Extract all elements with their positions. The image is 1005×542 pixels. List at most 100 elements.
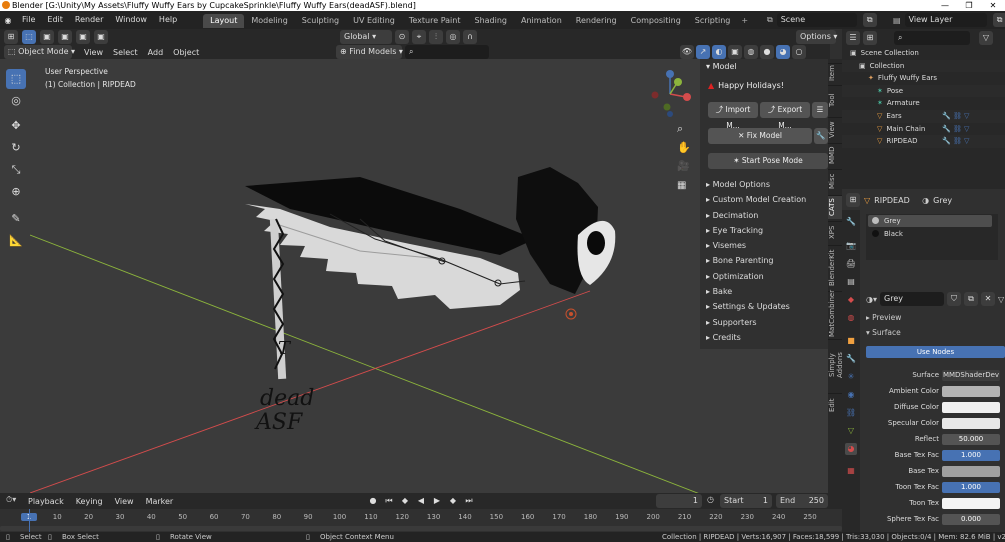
gizmo-icon[interactable]: ↗ [696, 45, 710, 59]
properties-editor-icon[interactable]: ⊞ [846, 193, 860, 207]
shading-wireframe-icon[interactable]: ◍ [744, 45, 758, 59]
scene-name[interactable]: Scene [776, 13, 857, 27]
sidebar-tab-edit[interactable]: Edit [828, 393, 842, 417]
view-layer-name[interactable]: View Layer [904, 13, 987, 27]
add-workspace-icon[interactable]: + [737, 16, 752, 25]
model-section-header[interactable]: ▾ Model [700, 59, 828, 74]
shading-solid-icon[interactable]: ● [760, 45, 774, 59]
constraints-tab-icon[interactable]: ⛓ [845, 407, 857, 419]
visibility-icon[interactable]: 👁 [680, 45, 694, 59]
preview-range-icon[interactable]: ◷ [707, 495, 714, 504]
prev-keyframe-icon[interactable]: ◆ [398, 494, 412, 508]
object-tab-icon[interactable]: ■ [845, 335, 857, 347]
view-layer-copy-icon[interactable]: ⧉ [992, 13, 1005, 27]
find-models-dropdown[interactable]: ⊕ Find Models ▾ [336, 45, 403, 59]
outliner-editor-icon[interactable]: ☰ [846, 31, 860, 45]
viewport-menu-add[interactable]: Add [148, 48, 164, 57]
prop-value-field[interactable]: 50.000 [942, 434, 1000, 445]
material-new-icon[interactable]: ⧉ [964, 292, 978, 306]
find-models-search[interactable]: ⌕ [405, 45, 489, 59]
shading-material-icon[interactable]: ◕ [776, 45, 790, 59]
scene-tab-icon[interactable]: ◆ [845, 294, 857, 306]
prop-value-field[interactable]: 0.000 [942, 514, 1000, 525]
tab-modeling[interactable]: Modeling [244, 14, 294, 28]
overlay-icon[interactable]: ◐ [712, 45, 726, 59]
end-frame-field[interactable]: End 250 [776, 494, 828, 508]
section-visemes[interactable]: ▸ Visemes [700, 238, 828, 253]
select-tool-icon[interactable]: ⬚ [22, 30, 36, 44]
outliner-item[interactable]: ✦ Fluffy Wuffy Ears [842, 72, 1005, 85]
timeline-menu-playback[interactable]: Playback [28, 497, 64, 506]
minimize-icon[interactable]: — [933, 0, 957, 11]
tab-layout[interactable]: Layout [203, 14, 245, 28]
snap-icon[interactable]: ⌖ [412, 30, 426, 44]
slot-black-row[interactable]: Black [868, 228, 992, 240]
prop-value-field[interactable] [942, 498, 1000, 509]
menu-render[interactable]: Render [69, 11, 109, 29]
pan-hand-icon[interactable]: ✋ [677, 141, 691, 154]
export-model-button[interactable]: ⤴ Export M... [760, 102, 810, 130]
proportional-edit-icon[interactable]: ◎ [446, 30, 460, 44]
section-decimation[interactable]: ▸ Decimation [700, 208, 828, 223]
section-optimization[interactable]: ▸ Optimization [700, 269, 828, 284]
outliner-item[interactable]: ▽ Main Chain 🔧 ⛓ ▽ [842, 123, 1005, 136]
prop-value-field[interactable] [942, 386, 1000, 397]
tool-tab-icon[interactable]: 🔧 [845, 216, 857, 228]
timeline-scrollbar[interactable] [0, 526, 842, 531]
surface-section-header[interactable]: ▾ Surface [866, 328, 901, 337]
prop-value-field[interactable] [942, 402, 1000, 413]
blender-menu-icon[interactable]: ◉ [0, 16, 16, 25]
z-axis-handle[interactable] [666, 70, 674, 78]
outliner-item[interactable]: ✶ Armature [842, 97, 1005, 110]
shading-rendered-icon[interactable]: ○ [792, 45, 806, 59]
sidebar-tab-misc[interactable]: Misc [828, 169, 842, 193]
timeline-menu-marker[interactable]: Marker [146, 497, 174, 506]
fix-model-button[interactable]: ✕ Fix Model [708, 128, 812, 144]
prop-value-field[interactable]: 1.000 [942, 482, 1000, 493]
tab-compositing[interactable]: Compositing [624, 14, 688, 28]
section-bake[interactable]: ▸ Bake [700, 284, 828, 299]
3d-viewport[interactable]: T dead ASF User Perspective (1) Collecti… [30, 59, 700, 493]
falloff-icon[interactable]: ∩ [463, 30, 477, 44]
playhead-line[interactable] [29, 509, 30, 532]
sidebar-tab-blenderkit[interactable]: BlenderKit [828, 245, 842, 289]
modifier-tab-icon[interactable]: 🔧 [845, 353, 857, 365]
sidebar-tab-mmd[interactable]: MMD [828, 143, 842, 167]
outliner-item[interactable]: ▽ RIPDEAD 🔧 ⛓ ▽ [842, 135, 1005, 148]
outliner-search[interactable]: ⌕ [894, 31, 970, 45]
pivot-icon[interactable]: ⊙ [395, 30, 409, 44]
tab-shading[interactable]: Shading [467, 14, 514, 28]
outliner-item[interactable]: ▣ Collection [842, 59, 1005, 73]
scale-icon[interactable]: ⤡ [6, 160, 26, 180]
sidebar-tab-xps[interactable]: XPS [828, 221, 842, 243]
outliner-item[interactable]: ▣ Scene Collection [842, 47, 1005, 60]
sidebar-tab-tool[interactable]: Tool [828, 85, 842, 115]
tab-scripting[interactable]: Scripting [688, 14, 738, 28]
tab-texture-paint[interactable]: Texture Paint [402, 14, 468, 28]
timeline-menu-keying[interactable]: Keying [76, 497, 103, 506]
xray-icon[interactable]: ▣ [728, 45, 742, 59]
sidebar-tab-item[interactable]: Item [828, 63, 842, 83]
transform-icon[interactable]: ⊕ [6, 182, 26, 202]
outliner-filter-mode-icon[interactable]: ⊞ [863, 31, 877, 45]
sidebar-tab-matcombiner[interactable]: MatCombiner [828, 290, 842, 337]
play-icon[interactable]: ▶ [430, 494, 444, 508]
section-eye-tracking[interactable]: ▸ Eye Tracking [700, 223, 828, 238]
rotate-icon[interactable]: ↻ [6, 138, 26, 158]
preview-section-header[interactable]: ▸ Preview [866, 313, 901, 322]
annotate-icon[interactable]: ✎ [6, 209, 26, 229]
object-data-tab-icon[interactable]: ▽ [845, 425, 857, 437]
use-nodes-button[interactable]: Use Nodes [866, 346, 1005, 358]
timeline-ruler[interactable]: 1102030405060708090100110120130140150160… [0, 509, 842, 532]
zoom-icon[interactable]: ⌕ [677, 122, 683, 136]
options-dropdown[interactable]: Options ▾ [796, 30, 837, 44]
material-name-field[interactable]: Grey [880, 292, 944, 306]
record-icon[interactable]: ● [366, 494, 380, 508]
scene-copy-icon[interactable]: ⧉ [862, 13, 877, 27]
view-layer-selector[interactable]: ▤ View Layer ⧉ [893, 13, 1005, 27]
outliner-item[interactable]: ✶ Pose [842, 84, 1005, 98]
viewport-menu-select[interactable]: Select [113, 48, 138, 57]
editor-type-icon[interactable]: ⊞ [4, 30, 18, 44]
import-model-button[interactable]: ⤴ Import M... [708, 102, 758, 130]
navigation-gizmo[interactable] [645, 67, 695, 117]
